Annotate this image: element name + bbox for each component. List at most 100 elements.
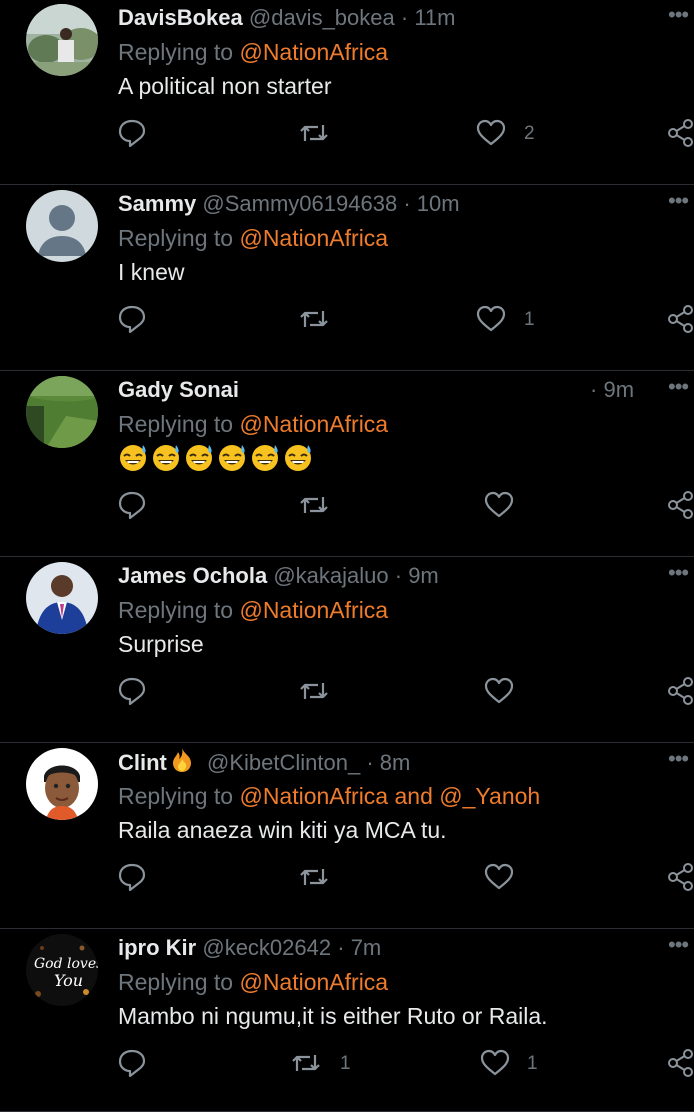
- reply-icon[interactable]: [118, 304, 146, 338]
- reply-prefix: Replying to: [118, 225, 234, 251]
- separator: ·: [590, 377, 598, 402]
- emoji-row: [118, 441, 314, 475]
- mention-link[interactable]: @NationAfrica: [239, 411, 388, 437]
- timestamp[interactable]: · 9m: [590, 375, 634, 405]
- mention-link[interactable]: @NationAfrica: [239, 597, 388, 623]
- avatar[interactable]: God loves You: [26, 934, 98, 1006]
- mention-link[interactable]: @NationAfrica: [239, 39, 388, 65]
- replying-to: Replying to @NationAfrica: [118, 409, 388, 439]
- more-icon[interactable]: •••: [668, 562, 694, 584]
- replying-to: Replying to @NationAfrica: [118, 223, 388, 253]
- reply-prefix: Replying to: [118, 783, 234, 809]
- share-icon[interactable]: [666, 490, 694, 524]
- avatar[interactable]: [26, 562, 98, 634]
- handle[interactable]: @kakajaluo: [273, 563, 388, 588]
- timestamp[interactable]: 8m: [380, 750, 411, 775]
- like-icon[interactable]: [476, 304, 506, 338]
- tweet-card[interactable]: God loves You ipro Kir @keck02642 · 7m ••…: [0, 930, 694, 1112]
- reply-icon[interactable]: [118, 118, 146, 152]
- display-name[interactable]: Sammy: [118, 191, 196, 216]
- mention-link[interactable]: @NationAfrica: [239, 969, 388, 995]
- tweet-card[interactable]: Gady Sonai · 9m ••• Replying to @NationA…: [0, 372, 694, 557]
- tweet-card[interactable]: James Ochola @kakajaluo · 9m ••• Replyin…: [0, 558, 694, 743]
- tweet-header: ipro Kir @keck02642 · 7m: [118, 933, 630, 963]
- tweet-text: A political non starter: [118, 73, 332, 99]
- reply-prefix: Replying to: [118, 39, 234, 65]
- avatar[interactable]: [26, 4, 98, 76]
- separator: ·: [394, 563, 403, 588]
- tweet-header: Sammy @Sammy06194638 · 10m: [118, 189, 630, 219]
- more-icon[interactable]: •••: [668, 190, 694, 212]
- tweet-card[interactable]: Sammy @Sammy06194638 · 10m ••• Replying …: [0, 186, 694, 371]
- tweet-header: DavisBokea @davis_bokea · 11m: [118, 3, 630, 33]
- handle[interactable]: @keck02642: [202, 935, 331, 960]
- share-icon[interactable]: [666, 304, 694, 338]
- tweet-header: Clint @KibetClinton_ · 8m: [118, 747, 630, 781]
- replying-to: Replying to @NationAfrica: [118, 967, 388, 997]
- retweet-icon[interactable]: [290, 1048, 322, 1082]
- like-icon[interactable]: [476, 118, 506, 152]
- display-name[interactable]: Gady Sonai: [118, 377, 239, 402]
- display-name[interactable]: ipro Kir: [118, 935, 196, 960]
- tweet-card[interactable]: Clint @KibetClinton_ · 8m ••• Replying t…: [0, 744, 694, 929]
- retweet-icon[interactable]: [298, 118, 330, 152]
- tweet-header: James Ochola @kakajaluo · 9m: [118, 561, 630, 591]
- more-icon[interactable]: •••: [668, 934, 694, 956]
- mention-link[interactable]: @NationAfrica and @_Yanoh: [239, 783, 540, 809]
- timestamp[interactable]: 11m: [414, 5, 455, 30]
- tweet-text: I knew: [118, 259, 185, 285]
- display-name[interactable]: James Ochola: [118, 563, 267, 588]
- reply-prefix: Replying to: [118, 969, 234, 995]
- share-icon[interactable]: [666, 1048, 694, 1082]
- reply-icon[interactable]: [118, 676, 146, 710]
- separator: ·: [337, 935, 345, 960]
- reply-icon[interactable]: [118, 490, 146, 524]
- avatar-text: You: [54, 971, 83, 990]
- separator: ·: [366, 750, 374, 775]
- handle[interactable]: @Sammy06194638: [202, 191, 397, 216]
- replying-to: Replying to @NationAfrica: [118, 595, 388, 625]
- avatar[interactable]: [26, 376, 98, 448]
- tweet-header: Gady Sonai: [118, 375, 630, 405]
- like-count: 1: [524, 309, 535, 330]
- retweet-icon[interactable]: [298, 304, 330, 338]
- more-icon[interactable]: •••: [668, 748, 694, 770]
- tweet-card[interactable]: DavisBokea @davis_bokea · 11m ••• Replyi…: [0, 0, 694, 185]
- like-count: 2: [524, 123, 535, 144]
- replying-to: Replying to @NationAfrica and @_Yanoh: [118, 781, 540, 811]
- tweet-text: Mambo ni ngumu,it is either Ruto or Rail…: [118, 1003, 548, 1029]
- like-count: 1: [527, 1053, 538, 1074]
- timestamp[interactable]: 10m: [417, 191, 460, 216]
- retweet-icon[interactable]: [298, 862, 330, 896]
- timestamp[interactable]: 7m: [351, 935, 382, 960]
- reply-prefix: Replying to: [118, 597, 234, 623]
- fire-emoji: [169, 747, 195, 781]
- display-name[interactable]: Clint: [118, 750, 167, 775]
- replying-to: Replying to @NationAfrica: [118, 37, 388, 67]
- separator: ·: [403, 191, 411, 216]
- avatar[interactable]: [26, 748, 98, 820]
- share-icon[interactable]: [666, 676, 694, 710]
- more-icon[interactable]: •••: [668, 4, 694, 26]
- reply-icon[interactable]: [118, 862, 146, 896]
- like-icon[interactable]: [484, 676, 514, 710]
- more-icon[interactable]: •••: [668, 376, 694, 398]
- timestamp-text: 9m: [603, 377, 635, 402]
- tweet-text: Surprise: [118, 631, 204, 657]
- display-name[interactable]: DavisBokea: [118, 5, 243, 30]
- retweet-icon[interactable]: [298, 676, 330, 710]
- timestamp[interactable]: 9m: [408, 563, 439, 588]
- avatar-text: God loves: [34, 956, 98, 972]
- retweet-count: 1: [340, 1053, 351, 1074]
- like-icon[interactable]: [480, 1048, 510, 1082]
- handle[interactable]: @davis_bokea: [249, 5, 395, 30]
- mention-link[interactable]: @NationAfrica: [239, 225, 388, 251]
- like-icon[interactable]: [484, 862, 514, 896]
- share-icon[interactable]: [666, 118, 694, 152]
- avatar[interactable]: [26, 190, 98, 262]
- like-icon[interactable]: [484, 490, 514, 524]
- handle[interactable]: @KibetClinton_: [207, 750, 360, 775]
- share-icon[interactable]: [666, 862, 694, 896]
- reply-icon[interactable]: [118, 1048, 146, 1082]
- retweet-icon[interactable]: [298, 490, 330, 524]
